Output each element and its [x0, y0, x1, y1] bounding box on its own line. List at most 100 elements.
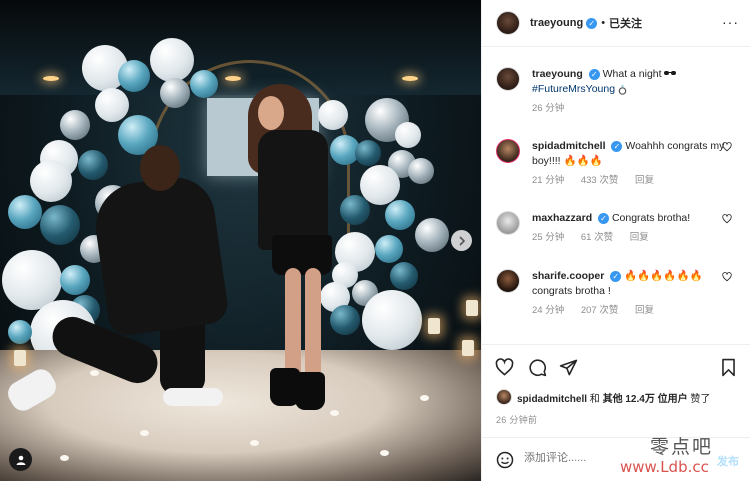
verified-icon: ✓	[586, 17, 598, 29]
woman-leg	[305, 268, 321, 378]
balloon	[95, 88, 129, 122]
man-shoe	[163, 388, 223, 406]
reply-button[interactable]: 回复	[635, 175, 654, 186]
separator-dot: •	[601, 17, 606, 29]
comment-username[interactable]: sharife.cooper	[532, 270, 604, 282]
emoji-icon[interactable]	[496, 451, 514, 469]
comment-likes[interactable]: 61 次赞	[581, 232, 613, 243]
balloon	[60, 110, 90, 140]
post-sidebar: traeyoung ✓ • 已关注 ··· traeyoung ✓ What a…	[481, 0, 750, 481]
post-header: traeyoung ✓ • 已关注 ···	[482, 0, 750, 47]
avatar[interactable]	[496, 389, 512, 405]
comment-time: 21 分钟	[532, 175, 565, 186]
balloon	[395, 122, 421, 148]
balloon	[30, 160, 72, 202]
balloon	[330, 305, 360, 335]
comment-body: spidadmitchell ✓ Woahhh congrats my boy!…	[532, 139, 730, 188]
follow-status-button[interactable]: 已关注	[609, 15, 642, 31]
comment-list: traeyoung ✓ What a night #FutureMrsYoung…	[482, 48, 750, 344]
balloon	[385, 200, 415, 230]
likes-and: 和	[589, 393, 600, 405]
candle	[466, 300, 478, 316]
comment-icon[interactable]	[528, 358, 547, 377]
petal-floor	[0, 350, 481, 481]
caption-time: 26 分钟	[532, 103, 565, 114]
comment-body: maxhazzard ✓ Congrats brotha! 25 分钟 61 次…	[532, 211, 730, 245]
header-username[interactable]: traeyoung	[530, 17, 583, 29]
avatar[interactable]	[496, 211, 520, 235]
verified-icon: ✓	[588, 68, 600, 80]
caption-username[interactable]: traeyoung	[532, 68, 583, 80]
woman-top	[258, 130, 328, 250]
balloon	[8, 320, 32, 344]
comment-likes[interactable]: 433 次赞	[581, 175, 619, 186]
caption: traeyoung ✓ What a night #FutureMrsYoung…	[496, 67, 746, 116]
balloon	[118, 60, 150, 92]
more-icon[interactable]: ···	[722, 15, 739, 29]
comment-item: spidadmitchell ✓ Woahhh congrats my boy!…	[496, 139, 746, 188]
chevron-right-icon	[458, 235, 465, 246]
woman-boot	[295, 372, 325, 410]
hashtag-link[interactable]: #FutureMrsYoung	[532, 83, 615, 95]
others-count-link[interactable]: 其他 12.4万 位用户	[603, 394, 688, 405]
caption-body: traeyoung ✓ What a night #FutureMrsYoung…	[532, 67, 730, 116]
heart-icon[interactable]	[495, 358, 514, 377]
comment-item: sharife.cooper ✓ 🔥🔥🔥🔥🔥🔥 congrats brotha …	[496, 269, 746, 318]
likes-verb: 赞了	[690, 393, 711, 405]
next-photo-button[interactable]	[451, 230, 472, 251]
comment-username[interactable]: spidadmitchell	[532, 140, 606, 152]
verified-icon: ✓	[611, 140, 623, 152]
ceiling-light	[402, 76, 418, 81]
bookmark-icon[interactable]	[719, 358, 738, 377]
balloon	[40, 205, 80, 245]
reply-button[interactable]: 回复	[630, 232, 649, 243]
comment-meta: 21 分钟 433 次赞 回复	[532, 173, 730, 188]
liker-username[interactable]: spidadmitchell	[517, 394, 587, 405]
balloon	[150, 38, 194, 82]
balloon	[78, 150, 108, 180]
balloon	[340, 195, 370, 225]
likes-text: spidadmitchell 和 其他 12.4万 位用户 赞了	[517, 390, 710, 405]
comment-body: sharife.cooper ✓ 🔥🔥🔥🔥🔥🔥 congrats brotha …	[532, 269, 730, 318]
heart-icon[interactable]	[722, 214, 732, 224]
balloon	[415, 218, 449, 252]
avatar[interactable]	[496, 269, 520, 293]
caption-text: What a night	[602, 68, 662, 80]
woman-face	[258, 96, 284, 130]
post-photo[interactable]	[0, 0, 481, 481]
tag-user-icon	[16, 455, 25, 465]
ceiling-light	[43, 76, 59, 81]
candle	[462, 340, 474, 356]
watermark-text: 零点吧	[650, 436, 714, 458]
avatar[interactable]	[496, 11, 520, 35]
ring-emoji-icon	[618, 84, 627, 95]
verified-icon: ✓	[610, 270, 622, 282]
balloon	[362, 290, 422, 350]
avatar[interactable]	[496, 67, 520, 91]
balloon	[355, 140, 381, 166]
action-bar	[482, 344, 750, 388]
reply-button[interactable]: 回复	[635, 305, 654, 316]
avatar[interactable]	[496, 139, 520, 163]
balloon	[60, 265, 90, 295]
sunglasses-emoji-icon	[664, 71, 677, 76]
comment-meta: 24 分钟 207 次赞 回复	[532, 303, 730, 318]
heart-icon[interactable]	[722, 142, 732, 152]
comment-likes[interactable]: 207 次赞	[581, 305, 619, 316]
balloon	[375, 235, 403, 263]
share-icon[interactable]	[559, 358, 578, 377]
comment-username[interactable]: maxhazzard	[532, 212, 592, 224]
balloon	[408, 158, 434, 184]
heart-icon[interactable]	[722, 272, 732, 282]
caption-meta: 26 分钟	[532, 101, 730, 116]
verified-icon: ✓	[598, 212, 610, 224]
man-head	[140, 145, 180, 191]
comment-time: 25 分钟	[532, 232, 565, 243]
tagged-users-button[interactable]	[9, 448, 32, 471]
balloon	[318, 100, 348, 130]
comment-time: 24 分钟	[532, 305, 565, 316]
post-comment-button[interactable]: 发布	[717, 453, 739, 469]
balloon	[390, 262, 418, 290]
comment-text: Congrats brotha!	[611, 212, 691, 224]
woman-leg	[285, 268, 301, 378]
